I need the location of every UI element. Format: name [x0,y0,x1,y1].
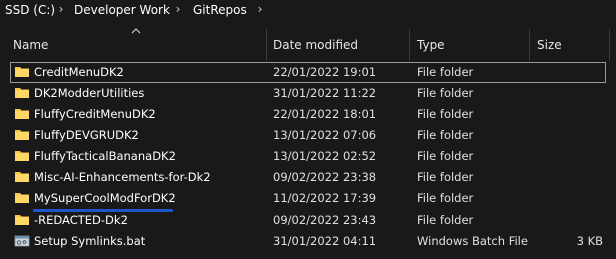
breadcrumb-developer-work[interactable]: Developer Work [74,3,170,17]
highlight-underline [33,209,173,212]
folder-icon [15,172,29,182]
file-name: MySuperCoolModForDK2 [34,191,176,205]
address-bar[interactable]: SSD (C:) › Developer Work › GitRepos › [0,0,616,24]
file-row[interactable]: Misc-AI-Enhancements-for-Dk2 09/02/2022 2… [0,167,616,188]
file-type: Windows Batch File [417,234,528,248]
file-row[interactable]: FluffyTacticalBananaDK2 13/01/2022 02:52 F… [0,146,616,167]
file-size [537,167,603,188]
file-row[interactable]: Setup Symlinks.bat 31/01/2022 04:11 Window… [0,231,616,252]
file-size [537,125,603,146]
file-size: 3 KB [576,234,603,248]
file-name: FluffyCreditMenuDK2 [34,107,156,121]
column-divider[interactable] [409,29,410,61]
file-size [537,210,603,231]
file-name: -REDACTED-Dk2 [34,213,128,227]
file-type: File folder [417,86,474,100]
file-row[interactable]: -REDACTED-Dk2 09/02/2022 23:43 File folder [0,210,616,231]
folder-icon [15,67,29,77]
file-name: Setup Symlinks.bat [34,234,146,248]
file-size [537,188,603,209]
file-date-modified: 31/01/2022 11:22 [273,86,377,100]
column-header-size[interactable]: Size [537,29,562,61]
column-divider[interactable] [266,29,267,61]
file-row[interactable]: FluffyDEVGRUDK2 13/01/2022 07:06 File fold… [0,125,616,146]
folder-icon [15,109,29,119]
file-size [537,83,603,104]
column-header-type[interactable]: Type [417,29,445,61]
file-row[interactable]: FluffyCreditMenuDK2 22/01/2022 18:01 File … [0,104,616,125]
file-row[interactable]: MySuperCoolModForDK2 11/02/2022 17:39 File… [0,188,616,209]
folder-icon [15,88,29,98]
file-name: FluffyDEVGRUDK2 [34,128,139,142]
file-type: File folder [417,149,474,163]
file-date-modified: 13/01/2022 07:06 [273,128,377,142]
file-date-modified: 13/01/2022 02:52 [273,149,377,163]
column-header-name[interactable]: Name [13,29,48,61]
file-type: File folder [417,65,474,79]
folder-icon [15,215,29,225]
file-row[interactable]: CreditMenuDK2 22/01/2022 19:01 File folder [0,62,616,83]
file-type: File folder [417,213,474,227]
file-row[interactable]: DK2ModderUtilities 31/01/2022 11:22 File f… [0,83,616,104]
folder-icon [15,130,29,140]
file-date-modified: 11/02/2022 17:39 [273,191,377,205]
file-name: DK2ModderUtilities [34,86,145,100]
folder-icon [15,193,29,203]
file-date-modified: 22/01/2022 19:01 [273,65,377,79]
file-date-modified: 09/02/2022 23:38 [273,170,377,184]
breadcrumb-separator-icon[interactable]: › [55,2,67,16]
file-date-modified: 22/01/2022 18:01 [273,107,377,121]
breadcrumb-gitrepos[interactable]: GitRepos [193,3,247,17]
file-type: File folder [417,170,474,184]
file-type: File folder [417,128,474,142]
file-type: File folder [417,107,474,121]
column-divider[interactable] [529,29,530,61]
column-header-date-modified[interactable]: Date modified [273,29,358,61]
column-divider[interactable] [609,29,610,61]
breadcrumb-separator-icon[interactable]: › [172,2,184,16]
file-type: File folder [417,191,474,205]
file-date-modified: 09/02/2022 23:43 [273,213,377,227]
file-size [537,104,603,125]
file-size [537,146,603,167]
folder-icon [15,151,29,161]
file-name: Misc-AI-Enhancements-for-Dk2 [34,170,211,184]
file-size [537,62,603,83]
column-header-bar: Name Date modified Type Size [0,29,616,61]
file-name: CreditMenuDK2 [34,65,124,79]
batch-file-icon [14,235,30,247]
breadcrumb-separator-icon[interactable]: › [254,2,266,16]
file-name: FluffyTacticalBananaDK2 [34,149,176,163]
breadcrumb-drive[interactable]: SSD (C:) [5,3,55,17]
file-date-modified: 31/01/2022 04:11 [273,234,377,248]
